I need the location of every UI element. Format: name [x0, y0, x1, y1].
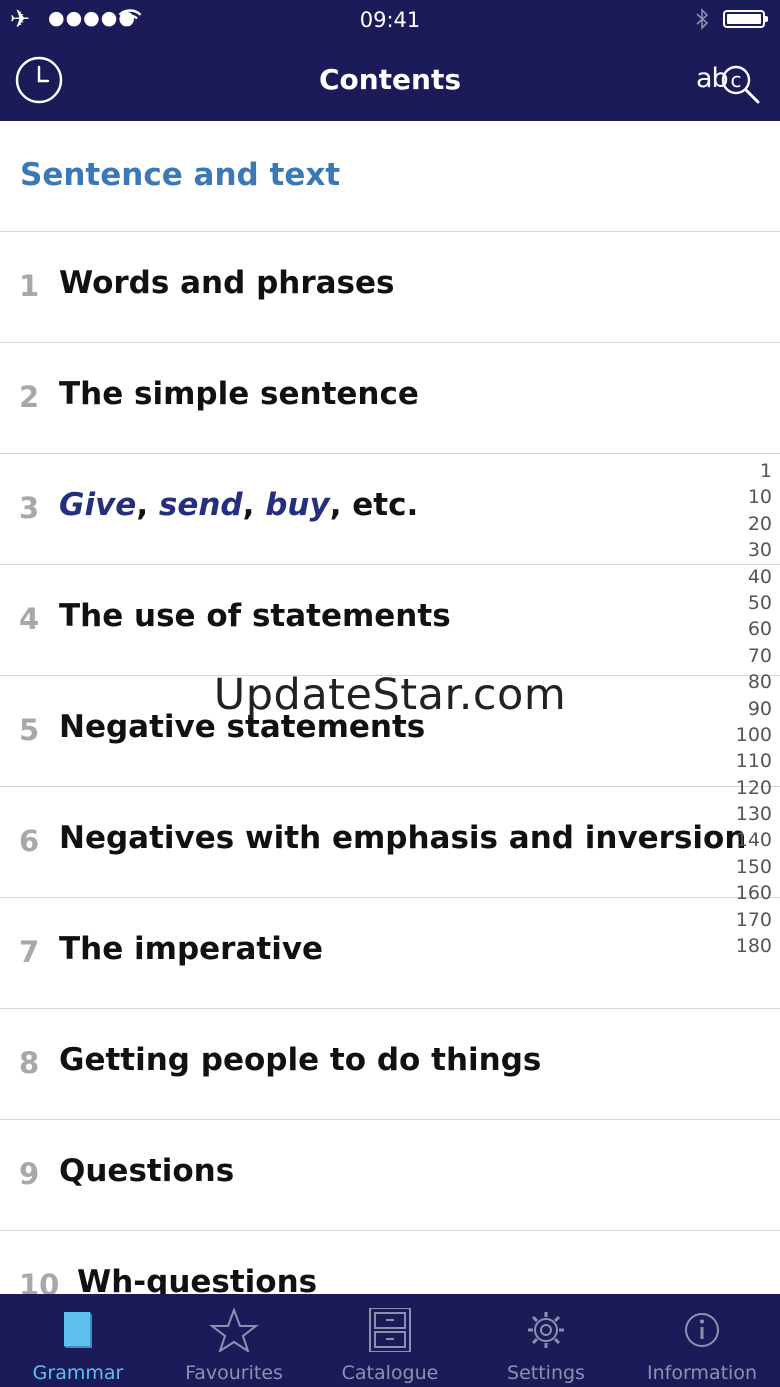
title-text: Negative statements: [59, 709, 426, 745]
index-entry[interactable]: 80: [722, 669, 772, 695]
italic-word: Give: [59, 487, 137, 523]
list-item[interactable]: 3 Give, send, buy, etc.: [0, 454, 780, 565]
tab-label: Favourites: [185, 1362, 283, 1384]
tab-label: Settings: [507, 1362, 585, 1384]
title-text: ,: [242, 487, 266, 523]
title-text: Words and phrases: [59, 265, 395, 301]
italic-word: send: [158, 487, 243, 523]
tab-bar: Grammar Favourites Catalogue Settings In…: [0, 1294, 780, 1387]
search-icon: c: [721, 65, 760, 104]
status-bar: ✈ ●●●●● 09:41: [0, 0, 780, 40]
index-entry[interactable]: 150: [722, 854, 772, 880]
title-text: The imperative: [59, 931, 324, 967]
index-entry[interactable]: 90: [722, 696, 772, 722]
chapter-number: 1: [19, 269, 40, 303]
chapter-number: 7: [19, 935, 40, 969]
list-item[interactable]: 2 The simple sentence: [0, 343, 780, 454]
list-item[interactable]: 8 Getting people to do things: [0, 1009, 780, 1120]
title-text: Questions: [59, 1153, 235, 1189]
italic-word: buy: [265, 487, 330, 523]
list-item[interactable]: 1 Words and phrases: [0, 232, 780, 343]
tab-favourites[interactable]: Favourites: [156, 1294, 312, 1387]
title-text: The simple sentence: [59, 376, 419, 412]
index-entry[interactable]: 60: [722, 616, 772, 642]
battery-icon: [723, 10, 768, 28]
index-entry[interactable]: 180: [722, 933, 772, 959]
index-entry[interactable]: 160: [722, 880, 772, 906]
list-item[interactable]: 6 Negatives with emphasis and inversion: [0, 787, 780, 898]
chapter-title: Words and phrases: [59, 265, 394, 301]
index-entry[interactable]: 170: [722, 907, 772, 933]
search-button[interactable]: ab c: [694, 60, 764, 104]
gear-icon: [528, 1312, 564, 1348]
index-entry[interactable]: 10: [722, 484, 772, 510]
title-text: The use of statements: [59, 598, 451, 634]
chapter-number: 3: [19, 491, 40, 525]
book-icon: [64, 1312, 92, 1348]
navigation-bar: ✈ ●●●●● 09:41 Contents ab c: [0, 0, 780, 121]
chapter-title: Negatives with emphasis and inversion: [59, 820, 746, 856]
list-item[interactable]: 5 Negative statements: [0, 676, 780, 787]
index-entry[interactable]: 40: [722, 564, 772, 590]
chapter-number: 5: [19, 713, 40, 747]
title-text: , etc.: [329, 487, 419, 523]
cabinet-icon: [369, 1308, 411, 1352]
index-entry[interactable]: 100: [722, 722, 772, 748]
index-entry[interactable]: 30: [722, 537, 772, 563]
tab-label: Information: [647, 1362, 757, 1384]
svg-text:c: c: [731, 68, 742, 92]
section-index[interactable]: 1 10 20 30 40 50 60 70 80 90 100 110 120 130 140 150 160…: [722, 458, 772, 959]
chapter-number: 2: [19, 380, 40, 414]
chapter-number: 6: [19, 824, 40, 858]
index-entry[interactable]: 1: [722, 458, 772, 484]
index-entry[interactable]: 120: [722, 775, 772, 801]
chapter-title: Questions: [59, 1153, 234, 1189]
info-icon: [685, 1313, 719, 1347]
index-entry[interactable]: 140: [722, 827, 772, 853]
status-time: 09:41: [359, 8, 421, 32]
chapter-number: 4: [19, 602, 40, 636]
chapter-title: The simple sentence: [59, 376, 419, 412]
title-text: Getting people to do things: [59, 1042, 542, 1078]
chapter-number: 9: [19, 1157, 40, 1191]
index-entry[interactable]: 20: [722, 511, 772, 537]
section-header-title: Sentence and text: [20, 157, 341, 193]
tab-information[interactable]: Information: [624, 1294, 780, 1387]
tab-grammar[interactable]: Grammar: [0, 1294, 156, 1387]
index-entry[interactable]: 130: [722, 801, 772, 827]
chapter-title: Negative statements: [59, 709, 425, 745]
title-text: Negatives with emphasis and inversion: [59, 820, 747, 856]
title-text: ,: [136, 487, 159, 523]
chapter-title: Getting people to do things: [59, 1042, 541, 1078]
chapter-title: The use of statements: [59, 598, 451, 634]
tab-catalogue[interactable]: Catalogue: [312, 1294, 468, 1387]
star-icon: [209, 1308, 259, 1352]
index-entry[interactable]: 70: [722, 643, 772, 669]
chapter-title: The imperative: [59, 931, 323, 967]
contents-list: 1 Words and phrases 2 The simple sentence 3 G…: [0, 232, 780, 1342]
list-item[interactable]: 7 The imperative: [0, 898, 780, 1009]
tab-label: Catalogue: [341, 1362, 439, 1384]
chapter-number: 8: [19, 1046, 40, 1080]
index-entry[interactable]: 110: [722, 748, 772, 774]
bluetooth-icon: [696, 8, 709, 30]
list-item[interactable]: 9 Questions: [0, 1120, 780, 1231]
list-item[interactable]: 4 The use of statements: [0, 565, 780, 676]
chapter-title: Give, send, buy, etc.: [59, 487, 418, 523]
index-entry[interactable]: 50: [722, 590, 772, 616]
section-header: Sentence and text: [0, 121, 780, 232]
page-title: Contents: [318, 63, 462, 96]
tab-settings[interactable]: Settings: [468, 1294, 624, 1387]
tab-label: Grammar: [32, 1362, 124, 1384]
